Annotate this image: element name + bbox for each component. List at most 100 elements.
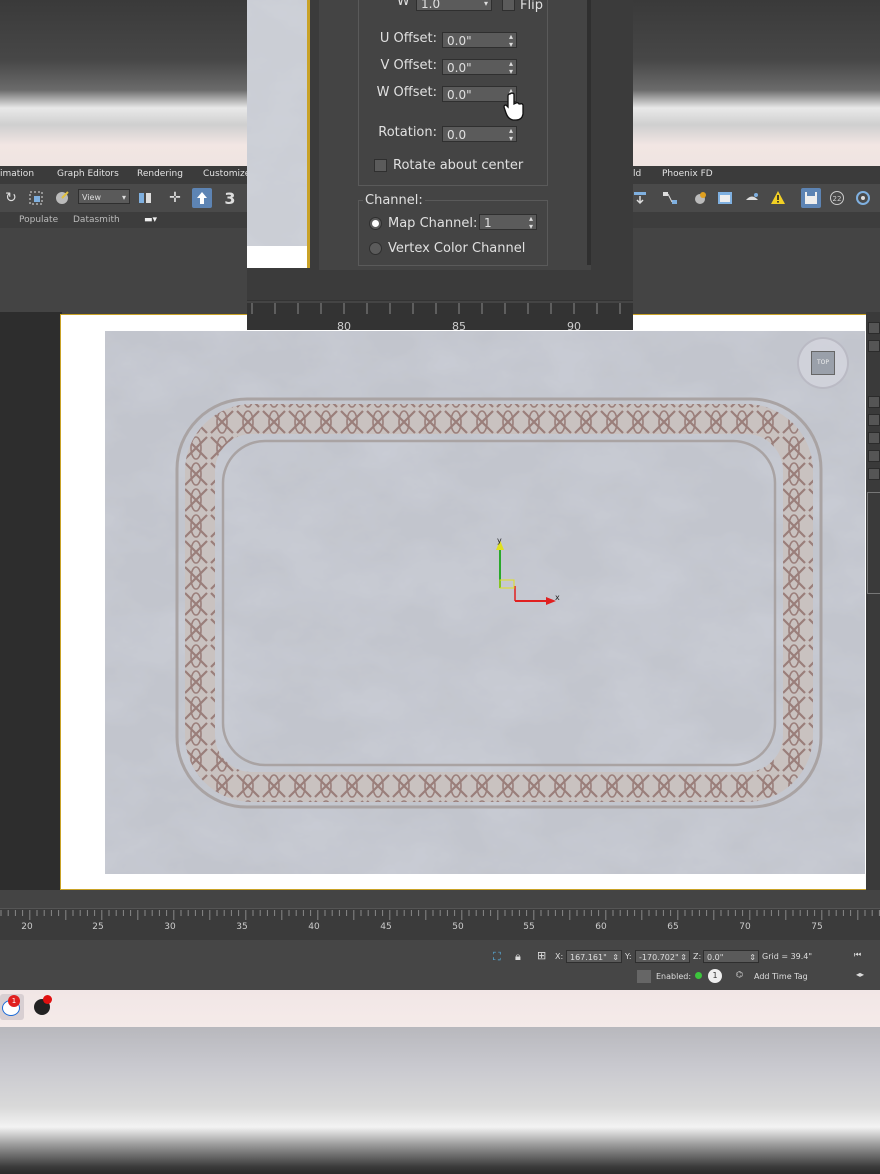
- material-preview: [247, 0, 310, 246]
- flip-checkbox[interactable]: [502, 0, 515, 11]
- menu-graph-editors[interactable]: Graph Editors: [57, 169, 119, 179]
- key-mode-icon[interactable]: ◂▸: [856, 970, 864, 979]
- rollout-scrollbar[interactable]: [587, 0, 591, 265]
- rendered-frame-window-icon[interactable]: [715, 188, 735, 208]
- coordinates-rollout: W Tile: 1.0▾ Flip U Offset: 0.0"▴▾ V Off…: [319, 0, 591, 270]
- timeline-label: 70: [739, 922, 751, 932]
- timeline-label: 20: [21, 922, 33, 932]
- enabled-label: Enabled:: [656, 972, 692, 981]
- command-panel-button[interactable]: [868, 396, 880, 408]
- align-icon[interactable]: [630, 188, 650, 208]
- ribbon-toggle-icon[interactable]: ▬▾: [144, 215, 157, 225]
- timeline-label: 45: [380, 922, 392, 932]
- timeline-label: 30: [164, 922, 176, 932]
- v-offset-spinner[interactable]: 0.0" ▴ ▾: [442, 59, 517, 76]
- u-offset-spinner[interactable]: 0.0" ▴ ▾: [442, 32, 517, 49]
- schematic-view-icon[interactable]: [660, 188, 680, 208]
- command-panel-edge: [866, 312, 880, 890]
- timeline-label: 55: [523, 922, 535, 932]
- render-production-icon[interactable]: [742, 188, 762, 208]
- u-offset-label: U Offset:: [379, 31, 437, 46]
- viewport-navigation-icon[interactable]: [853, 188, 873, 208]
- material-preview-strip: [247, 246, 310, 268]
- timeline-ruler[interactable]: 20 25 30 35 40 45 50 55 60 65 70 75: [0, 908, 880, 940]
- viewcube[interactable]: TOP: [797, 337, 849, 389]
- command-panel-button[interactable]: [868, 468, 880, 480]
- render-setup-icon[interactable]: [690, 188, 710, 208]
- map-channel-radio[interactable]: [369, 217, 382, 230]
- channel-label: Channel:: [363, 193, 425, 208]
- x-coordinate-field[interactable]: 167.161" ⇕: [566, 950, 622, 963]
- menu-rendering[interactable]: Rendering: [137, 169, 183, 179]
- viewcube-top-face[interactable]: TOP: [811, 351, 835, 375]
- axis-x-label: x: [555, 593, 560, 602]
- time-tag-icon[interactable]: ⌬: [736, 970, 743, 979]
- y-coordinate-field[interactable]: -170.702" ⇕: [635, 950, 690, 963]
- warning-icon[interactable]: [768, 188, 788, 208]
- ruler-label: 80: [337, 320, 351, 333]
- menu-phoenix-fd[interactable]: Phoenix FD: [662, 169, 713, 179]
- menu-ld[interactable]: ld: [633, 169, 641, 179]
- go-to-start-icon[interactable]: ⏮: [854, 950, 861, 960]
- z-coordinate-field[interactable]: 0.0" ⇕: [703, 950, 759, 963]
- badge-22-icon[interactable]: 22: [827, 188, 847, 208]
- absolute-mode-icon[interactable]: ⊞: [537, 949, 546, 962]
- timeline-label: 40: [308, 922, 320, 932]
- select-manipulate-icon[interactable]: [192, 188, 212, 208]
- vertex-color-channel-radio[interactable]: [369, 242, 382, 255]
- command-panel-button[interactable]: [868, 450, 880, 462]
- window-crossing-icon[interactable]: [52, 188, 72, 208]
- channel-group: [358, 200, 548, 266]
- transform-gizmo[interactable]: [490, 536, 560, 606]
- v-offset-label: V Offset:: [380, 58, 437, 73]
- vertex-color-channel-label: Vertex Color Channel: [388, 241, 526, 256]
- rotate-about-center-checkbox[interactable]: [374, 159, 387, 172]
- taskbar-app-icon[interactable]: [34, 995, 52, 1015]
- isolate-selection-icon[interactable]: ⛶: [493, 950, 501, 964]
- w-offset-label: W Offset:: [376, 85, 437, 100]
- select-region-icon[interactable]: [26, 188, 46, 208]
- command-panel-button[interactable]: [868, 414, 880, 426]
- timeline-label: 60: [595, 922, 607, 932]
- z-label: Z:: [693, 952, 702, 961]
- menu-customize[interactable]: Customize: [203, 169, 250, 179]
- map-channel-spinner[interactable]: 1 ▴ ▾: [479, 214, 537, 231]
- taskbar-app-zalo-icon[interactable]: 1: [0, 994, 24, 1020]
- enabled-count-badge[interactable]: 1: [708, 969, 722, 983]
- command-panel-button[interactable]: [868, 432, 880, 444]
- viewport-top[interactable]: y x TOP: [105, 331, 865, 874]
- tab-datasmith[interactable]: Datasmith: [73, 215, 120, 225]
- tab-populate[interactable]: Populate: [19, 215, 58, 225]
- svg-text:22: 22: [833, 195, 842, 203]
- ruler-label: 90: [567, 320, 581, 333]
- ruler-ticks: [247, 301, 633, 314]
- left-panel: [0, 312, 62, 890]
- grid-size-readout: Grid = 39.4": [762, 952, 813, 961]
- menu-animation[interactable]: imation: [0, 169, 34, 179]
- map-channel-label: Map Channel:: [388, 216, 478, 231]
- redo-icon[interactable]: ↻: [1, 188, 21, 208]
- save-icon[interactable]: [801, 188, 821, 208]
- command-panel-list[interactable]: [867, 492, 880, 594]
- add-time-tag-button[interactable]: Add Time Tag: [754, 972, 808, 981]
- ruler-label: 85: [452, 320, 466, 333]
- timeline-label: 25: [92, 922, 104, 932]
- reference-coordinate-select[interactable]: View ▾: [78, 189, 130, 204]
- enabled-status-dot: [695, 972, 702, 979]
- select-move-icon[interactable]: ✛: [165, 188, 185, 208]
- taskbar: 1: [0, 990, 880, 1027]
- command-panel-button[interactable]: [868, 340, 880, 352]
- timeline-ticks: [0, 908, 880, 920]
- timeline-label: 50: [452, 922, 464, 932]
- y-label: Y:: [625, 952, 632, 961]
- pivot-icon[interactable]: [135, 188, 155, 208]
- rotate-about-center-label: Rotate about center: [393, 158, 524, 173]
- snap-toggle-icon[interactable]: 3: [220, 188, 240, 208]
- w-tile-spinner[interactable]: 1.0 ▾: [416, 0, 492, 11]
- rotation-spinner[interactable]: 0.0 ▴ ▾: [442, 126, 517, 143]
- status-bar: ⛶ 🔒︎ ⊞ X: 167.161" ⇕ Y: -170.702" ⇕ Z: 0.0…: [0, 940, 880, 990]
- preview-border: [307, 0, 310, 268]
- adaptive-degradation-icon[interactable]: [637, 970, 651, 983]
- command-panel-button[interactable]: [868, 322, 880, 334]
- lock-icon[interactable]: 🔒︎: [515, 950, 521, 964]
